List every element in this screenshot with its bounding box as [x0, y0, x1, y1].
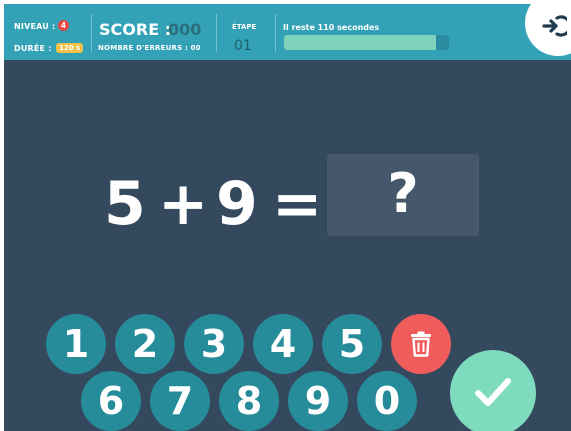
header-separator [91, 14, 92, 52]
equation-left-operand: 5 [104, 169, 146, 239]
score-value: 000 [168, 20, 202, 39]
exit-button[interactable] [525, 4, 571, 56]
key-9[interactable]: 9 [288, 371, 348, 431]
key-8[interactable]: 8 [219, 371, 279, 431]
key-4[interactable]: 4 [253, 314, 313, 374]
answer-box[interactable]: ? [327, 154, 479, 236]
delete-button[interactable] [391, 314, 451, 374]
duree-badge: 120 s [56, 43, 84, 53]
validate-button[interactable] [450, 350, 536, 431]
timer-progress-fill [284, 35, 436, 50]
key-6[interactable]: 6 [81, 371, 141, 431]
check-icon [475, 378, 511, 406]
duree-label: DURÉE : [14, 44, 52, 53]
key-5[interactable]: 5 [322, 314, 382, 374]
key-3[interactable]: 3 [184, 314, 244, 374]
game-screen: NIVEAU : 4 DURÉE : 120 s SCORE : 000 NOM… [4, 4, 571, 431]
key-7[interactable]: 7 [150, 371, 210, 431]
header-bar: NIVEAU : 4 DURÉE : 120 s SCORE : 000 NOM… [4, 4, 571, 60]
score-label: SCORE : [99, 20, 172, 39]
niveau-label: NIVEAU : [14, 22, 56, 31]
timer-progress-bar [284, 35, 449, 50]
niveau-badge: 4 [58, 20, 69, 31]
trash-icon [411, 331, 431, 357]
key-2[interactable]: 2 [115, 314, 175, 374]
etape-label: ÉTAPE [232, 23, 257, 31]
timer-text: Il reste 110 secondes [283, 23, 380, 32]
key-1[interactable]: 1 [46, 314, 106, 374]
key-0[interactable]: 0 [357, 371, 417, 431]
equation-right-operand: 9 [216, 169, 258, 239]
etape-value: 01 [234, 38, 252, 54]
errors-label: NOMBRE D'ERREURS : 00 [98, 44, 201, 52]
exit-icon [542, 15, 567, 37]
header-separator [275, 14, 276, 52]
equation-operator: + [158, 169, 209, 239]
answer-placeholder: ? [387, 162, 419, 225]
equation-equals: = [272, 169, 323, 239]
header-separator [216, 14, 217, 52]
